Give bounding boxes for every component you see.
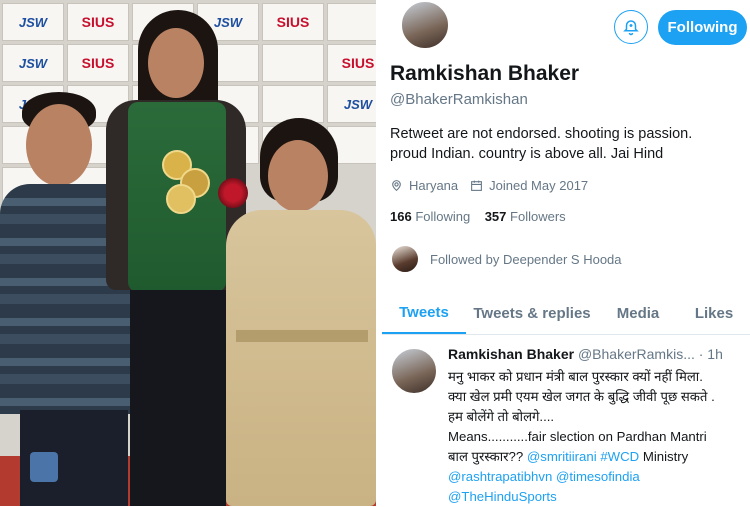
- profile-location: Haryana: [409, 178, 459, 193]
- following-count-link[interactable]: 166 Following: [390, 209, 470, 224]
- followed-by-text: Followed by Deepender S Hooda: [430, 251, 622, 267]
- bell-icon: [623, 20, 639, 36]
- profile-name: Ramkishan Bhaker: [390, 62, 580, 85]
- profile-joined: Joined May 2017: [489, 178, 589, 193]
- medal-icon: [166, 184, 196, 214]
- tweet-line: मनु भाकर को प्रधान मंत्री बाल पुरस्कार क…: [448, 369, 703, 384]
- profile-handle: @BhakerRamkishan: [390, 91, 528, 108]
- followed-by[interactable]: Followed by Deepender S Hooda: [390, 244, 622, 274]
- tweet-line: @rashtrapatibhvn @timesofindia: [448, 467, 748, 487]
- sponsor-tile: SIUS: [262, 3, 324, 41]
- tweet-line: हम बोलेंगे तो बोलगे....: [448, 409, 555, 424]
- profile-meta: Haryana Joined May 2017: [390, 178, 588, 193]
- tweet-header: Ramkishan Bhaker @BhakerRamkis... · 1h: [448, 346, 723, 362]
- tab-tweets[interactable]: Tweets: [382, 292, 466, 334]
- followers-count-link[interactable]: 357 Followers: [485, 209, 566, 224]
- mention-link[interactable]: @timesofindia: [556, 469, 640, 484]
- tab-media[interactable]: Media: [598, 292, 678, 334]
- tweet-line: क्या खेल प्रमी एयम खेल जगत के बुद्धि जीव…: [448, 389, 715, 404]
- following-button[interactable]: Following: [658, 10, 747, 45]
- tweet-handle-time: @BhakerRamkis... · 1h: [577, 346, 723, 362]
- news-photo: JSWSIUSJSWSIUSJSWSIUSSIUSJSWJSW: [0, 0, 376, 506]
- profile-tabs: Tweets Tweets & replies Media Likes: [382, 292, 750, 335]
- tab-tweets-replies[interactable]: Tweets & replies: [466, 292, 598, 334]
- hashtag-link[interactable]: #WCD: [600, 449, 639, 464]
- sponsor-tile: [262, 44, 324, 82]
- tab-likes[interactable]: Likes: [678, 292, 750, 334]
- twitter-profile-panel: Following Ramkishan Bhaker @BhakerRamkis…: [382, 0, 750, 506]
- tweet-line: Means...........fair slection on Pardhan…: [448, 429, 707, 444]
- sponsor-tile: [327, 3, 376, 41]
- phone-icon: [30, 452, 58, 482]
- profile-bio: Retweet are not endorsed. shooting is pa…: [390, 126, 693, 162]
- tweet-body: मनु भाकर को प्रधान मंत्री बाल पुरस्कार क…: [448, 367, 748, 507]
- tweet-line: @TheHinduSports: [448, 487, 748, 507]
- tweet[interactable]: Ramkishan Bhaker @BhakerRamkis... · 1h म…: [382, 335, 750, 506]
- sponsor-tile: JSW: [2, 3, 64, 41]
- follower-avatar: [390, 244, 420, 274]
- profile-avatar[interactable]: [400, 0, 450, 50]
- notifications-bell-button[interactable]: [614, 10, 648, 44]
- profile-stats: 166 Following 357 Followers: [390, 209, 566, 224]
- sponsor-tile: JSW: [2, 44, 64, 82]
- calendar-icon: [471, 180, 483, 191]
- tweet-avatar[interactable]: [390, 347, 438, 395]
- mention-link[interactable]: @rashtrapatibhvn: [448, 469, 552, 484]
- location-pin-icon: [392, 180, 401, 192]
- mention-link[interactable]: @smritiirani: [527, 449, 597, 464]
- tweet-author: Ramkishan Bhaker: [448, 346, 575, 362]
- mention-link[interactable]: @TheHinduSports: [448, 489, 557, 504]
- tweet-line: बाल पुरस्कार?? @smritiirani #WCD Ministr…: [448, 449, 689, 464]
- person-woman: [216, 118, 376, 506]
- sponsor-tile: SIUS: [327, 44, 376, 82]
